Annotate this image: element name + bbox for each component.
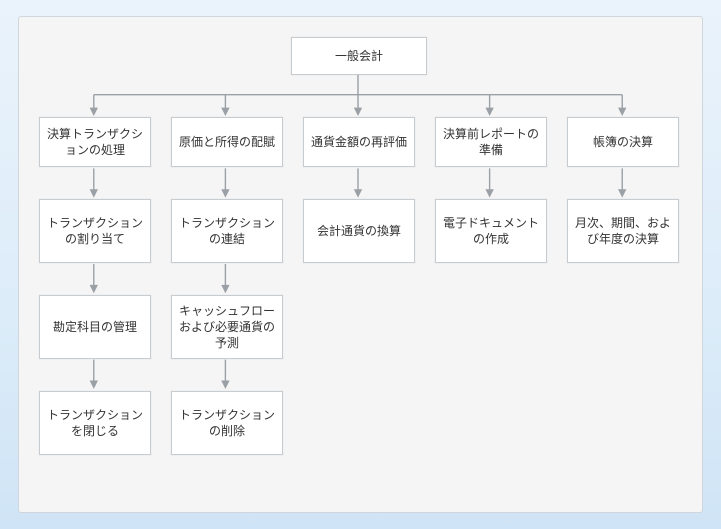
node-head-1: 原価と所得の配賦 [171, 117, 283, 167]
node-c0-r0: トランザクションの割り当て [39, 199, 151, 263]
node-head-0: 決算トランザクションの処理 [39, 117, 151, 167]
diagram-panel: 一般会計 決算トランザクションの処理 原価と所得の配賦 通貨金額の再評価 決算前… [18, 16, 703, 513]
node-c0-r2: トランザクションを閉じる [39, 391, 151, 455]
node-c3-r0: 電子ドキュメントの作成 [435, 199, 547, 263]
node-head-2: 通貨金額の再評価 [303, 117, 415, 167]
node-root: 一般会計 [291, 37, 427, 75]
node-head-3: 決算前レポートの準備 [435, 117, 547, 167]
node-c0-r1: 勘定科目の管理 [39, 295, 151, 359]
node-c1-r2: トランザクションの削除 [171, 391, 283, 455]
node-c4-r0: 月次、期間、および年度の決算 [567, 199, 679, 263]
node-c2-r0: 会計通貨の換算 [303, 199, 415, 263]
node-c1-r0: トランザクションの連結 [171, 199, 283, 263]
node-c1-r1: キャッシュフローおよび必要通貨の予測 [171, 295, 283, 359]
node-head-4: 帳簿の決算 [567, 117, 679, 167]
